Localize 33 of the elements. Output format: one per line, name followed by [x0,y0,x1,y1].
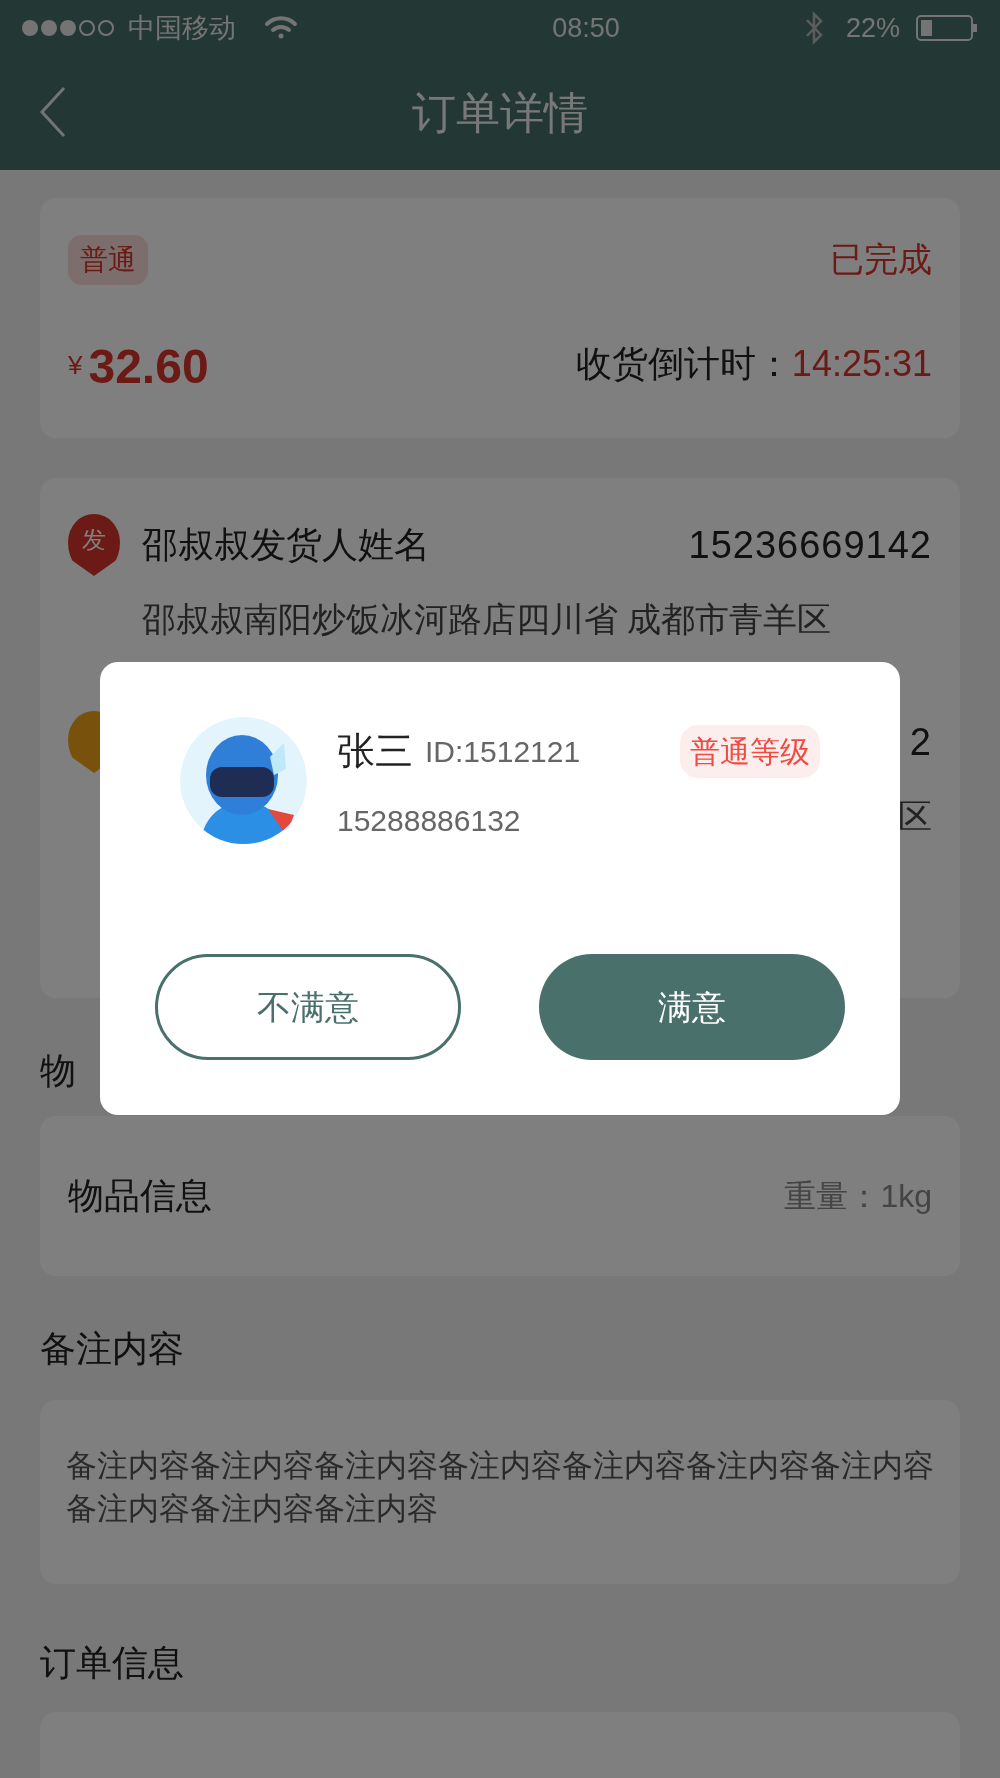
currency-symbol: ¥ [68,349,83,382]
avatar-icon [180,717,307,844]
address-text: 邵叔叔南阳炒饭冰河路店四川省 成都市青羊区 [141,599,833,640]
order-price: 32.60 [88,343,209,391]
goods-weight: 重量：1kg [784,1177,932,1216]
section-heading: 物 [40,1049,77,1093]
goods-name: 物品信息 [68,1174,212,1218]
level-badge: 普通等级 [680,725,820,778]
user-id: ID:1512121 [425,734,581,770]
satisfied-button[interactable]: 满意 [539,954,845,1060]
countdown-label: 收货倒计时： [575,342,792,386]
address-text: 区 [898,796,932,837]
location-pin-icon: 发 [68,514,120,576]
order-tag: 普通 [68,234,148,285]
phone-number: 15236669142 [688,522,932,568]
wifi-icon [264,15,298,41]
page-title: 订单详情 [412,87,588,139]
phone-number: 2 [909,719,932,765]
sender-name: 邵叔叔发货人姓名 [142,523,430,567]
dissatisfied-button[interactable]: 不满意 [155,954,461,1060]
battery-percent: 22% [845,11,900,45]
order-status: 已完成 [830,239,932,280]
user-phone: 15288886132 [337,803,522,839]
user-name: 张三 [337,729,413,774]
carrier-name: 中国移动 [128,11,236,45]
notes-text: 备注内容备注内容备注内容备注内容备注内容备注内容备注内容备注内容备注内容备注内容 [66,1447,934,1529]
battery-icon [916,14,978,42]
countdown-time: 14:25:31 [791,342,932,386]
section-heading: 备注内容 [40,1327,185,1371]
status-time: 08:50 [551,11,620,45]
section-heading: 订单信息 [40,1641,185,1685]
signal-icon [22,20,114,36]
bluetooth-icon [803,11,824,45]
